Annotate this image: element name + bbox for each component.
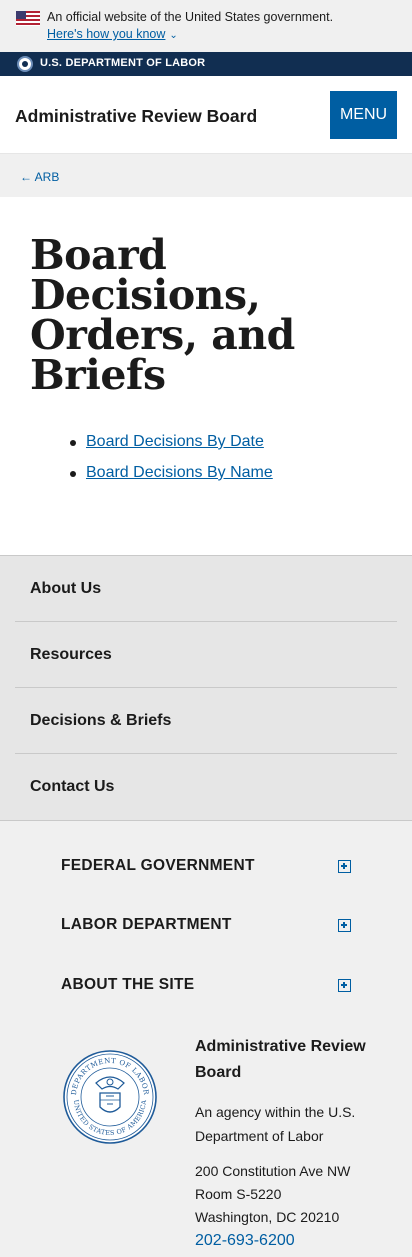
plus-icon bbox=[338, 918, 351, 932]
list-item: Board Decisions By Name bbox=[70, 463, 273, 483]
agency-address: 200 Constitution Ave NW Room S-5220 Wash… bbox=[195, 1160, 395, 1229]
menu-button[interactable]: MENU bbox=[330, 91, 397, 139]
us-flag-icon bbox=[16, 11, 40, 26]
decision-links-list: Board Decisions By Date Board Decisions … bbox=[70, 432, 273, 494]
gov-banner: An official website of the United States… bbox=[0, 0, 412, 52]
page-title: Board Decisions, Orders, and Briefs bbox=[30, 231, 295, 399]
address-line: 200 Constitution Ave NW bbox=[195, 1163, 351, 1179]
accordion-labor-department[interactable]: LABOR DEPARTMENT bbox=[61, 913, 351, 937]
side-nav: About Us Resources Decisions & Briefs Co… bbox=[0, 555, 412, 821]
how-you-know-link[interactable]: Here's how you know ⌄ bbox=[47, 27, 178, 41]
how-you-know-label: Here's how you know bbox=[47, 27, 166, 41]
decisions-by-date-link[interactable]: Board Decisions By Date bbox=[86, 433, 264, 450]
agency-description: An agency within the U.S. Department of … bbox=[195, 1104, 356, 1144]
accordion-federal-government[interactable]: FEDERAL GOVERNMENT bbox=[61, 854, 351, 878]
decisions-by-name-link[interactable]: Board Decisions By Name bbox=[86, 464, 273, 481]
breadcrumb: ← ARB bbox=[0, 154, 412, 197]
main-content: Board Decisions, Orders, and Briefs Boar… bbox=[0, 197, 412, 555]
address-line: Washington, DC 20210 bbox=[195, 1209, 340, 1225]
footer: FEDERAL GOVERNMENT LABOR DEPARTMENT ABOU… bbox=[0, 821, 412, 1257]
agency-info: Administrative Review Board An agency wi… bbox=[195, 1034, 395, 1252]
nav-item-contact-us[interactable]: Contact Us bbox=[15, 754, 397, 820]
breadcrumb-back-link[interactable]: ← ARB bbox=[20, 170, 59, 184]
dol-seal-icon bbox=[17, 56, 33, 72]
dol-seal-icon: DEPARTMENT OF LABOR UNITED STATES OF AME… bbox=[63, 1050, 157, 1144]
plus-icon bbox=[338, 978, 351, 992]
nav-item-resources[interactable]: Resources bbox=[15, 622, 397, 688]
address-line: Room S-5220 bbox=[195, 1186, 282, 1202]
nav-item-decisions-briefs[interactable]: Decisions & Briefs bbox=[15, 688, 397, 754]
accordion-label: ABOUT THE SITE bbox=[61, 976, 195, 993]
agency-name: Administrative Review Board bbox=[195, 1038, 366, 1081]
accordion-about-the-site[interactable]: ABOUT THE SITE bbox=[61, 973, 351, 997]
official-site-text: An official website of the United States… bbox=[47, 10, 334, 24]
list-item: Board Decisions By Date bbox=[70, 432, 273, 452]
site-header: Administrative Review Board MENU bbox=[0, 76, 412, 154]
plus-icon bbox=[338, 859, 351, 873]
chevron-down-icon: ⌄ bbox=[169, 30, 178, 41]
agency-bar-label[interactable]: U.S. DEPARTMENT OF LABOR bbox=[40, 57, 205, 69]
phone-link[interactable]: 202-693-6200 bbox=[195, 1230, 395, 1252]
accordion-label: FEDERAL GOVERNMENT bbox=[61, 857, 255, 874]
site-title[interactable]: Administrative Review Board bbox=[15, 106, 257, 127]
nav-item-about-us[interactable]: About Us bbox=[15, 556, 397, 622]
accordion-label: LABOR DEPARTMENT bbox=[61, 916, 232, 933]
agency-bar: U.S. DEPARTMENT OF LABOR bbox=[0, 52, 412, 76]
